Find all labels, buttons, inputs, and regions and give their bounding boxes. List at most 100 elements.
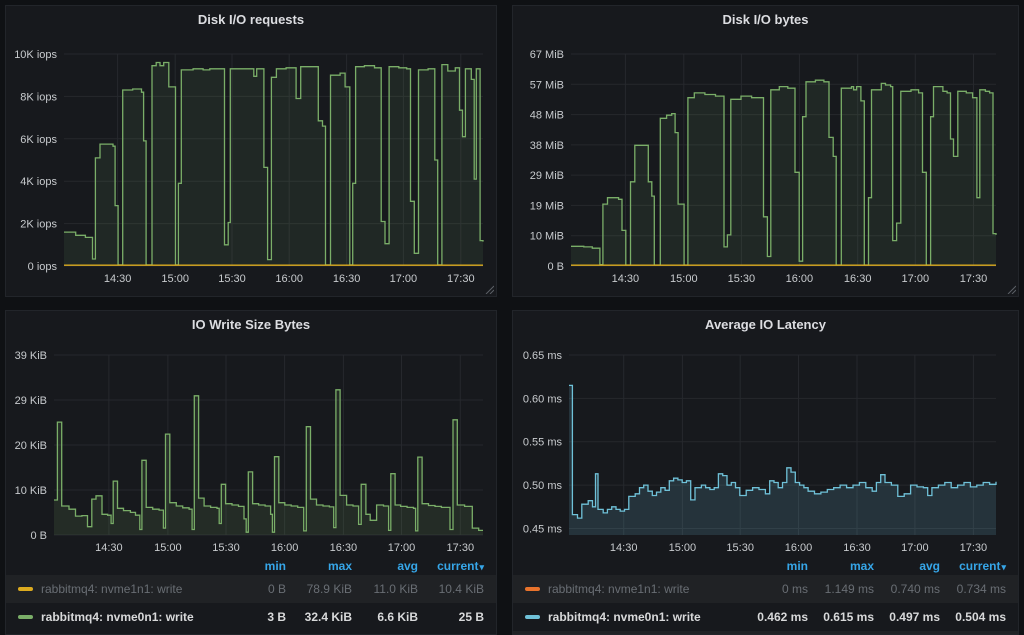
y-axis-label: 0.65 ms xyxy=(523,350,563,362)
x-axis-label: 17:00 xyxy=(901,542,929,554)
x-axis-label: 16:00 xyxy=(786,273,814,285)
y-axis-label: 0.50 ms xyxy=(523,480,563,492)
y-axis-label: 4K iops xyxy=(20,176,57,188)
legend-series-toggle[interactable]: rabbitmq4: nvme1n1: write xyxy=(18,582,220,596)
disk-io-requests-chart[interactable]: 14:3015:0015:3016:0016:3017:0017:300 iop… xyxy=(6,34,496,297)
series-label: rabbitmq4: nvme1n1: write xyxy=(41,582,182,596)
legend-header: minmaxavgcurrent▾ xyxy=(6,557,496,575)
legend-row: rabbitmq4: nvme1n1: write 0 ms1.149 ms 0.7… xyxy=(513,575,1018,603)
y-axis-label: 0.55 ms xyxy=(523,437,563,449)
x-axis-label: 14:30 xyxy=(610,542,638,554)
panel-disk-io-requests: Disk I/O requests 14:30 15:00 15:30 16:00 16… xyxy=(5,5,497,297)
disk-io-bytes-chart[interactable]: 14:3015:0015:3016:0016:3017:0017:300 B10… xyxy=(513,34,1018,297)
x-axis-label: 17:30 xyxy=(447,273,475,285)
series-color-swatch-icon[interactable] xyxy=(18,587,33,591)
x-axis-label: 15:00 xyxy=(670,273,698,285)
legend-column-max[interactable]: max xyxy=(808,559,874,573)
legend-series-toggle[interactable]: rabbitmq4: nvme1n1: write xyxy=(525,582,742,596)
x-axis-label: 15:00 xyxy=(161,273,189,285)
legend-row-partial xyxy=(513,631,1018,635)
y-axis-label: 0.60 ms xyxy=(523,393,563,405)
x-axis-label: 15:30 xyxy=(212,542,240,554)
x-axis-label: 16:30 xyxy=(333,273,361,285)
panel-resize-handle-icon[interactable] xyxy=(485,285,494,294)
legend-column-current[interactable]: current▾ xyxy=(940,559,1006,573)
series-color-swatch-icon[interactable] xyxy=(525,587,540,591)
x-axis-label: 15:00 xyxy=(669,542,697,554)
series-color-swatch-icon[interactable] xyxy=(525,615,540,619)
x-axis-label: 17:30 xyxy=(960,273,988,285)
average-io-latency-chart[interactable]: 14:3015:0015:3016:0016:3017:0017:300.45 … xyxy=(513,339,1018,557)
x-axis-label: 16:30 xyxy=(330,542,358,554)
sort-caret-icon: ▾ xyxy=(1001,562,1006,572)
legend-series-toggle[interactable]: rabbitmq4: nvme0n1: write xyxy=(18,610,220,624)
panel-title[interactable]: Disk I/O requests xyxy=(6,6,496,34)
y-axis-label: 0 B xyxy=(547,261,564,273)
panel-resize-handle-icon[interactable] xyxy=(1007,285,1016,294)
legend-value-current: 0.504 ms xyxy=(940,610,1006,624)
y-axis-label: 10K iops xyxy=(14,49,57,61)
legend-column-min[interactable]: min xyxy=(742,559,808,573)
legend-header: minmaxavgcurrent▾ xyxy=(513,557,1018,575)
panel-title[interactable]: Disk I/O bytes xyxy=(513,6,1018,34)
series-fill xyxy=(54,390,483,535)
x-axis-label: 15:30 xyxy=(726,542,754,554)
y-axis-label: 6K iops xyxy=(20,134,57,146)
x-axis-label: 16:30 xyxy=(844,273,872,285)
legend-value-max: 78.9 KiB xyxy=(286,582,352,596)
legend-column-avg[interactable]: avg xyxy=(874,559,940,573)
x-axis-label: 14:30 xyxy=(612,273,640,285)
legend-column-avg[interactable]: avg xyxy=(352,559,418,573)
x-axis-label: 16:00 xyxy=(271,542,299,554)
x-axis-label: 16:00 xyxy=(785,542,813,554)
series-label: rabbitmq4: nvme1n1: write xyxy=(548,582,689,596)
legend-value-avg: 6.6 KiB xyxy=(352,610,418,624)
chart-area: 14:3015:0015:3016:0016:3017:0017:300 B10… xyxy=(6,339,496,557)
x-axis-label: 15:00 xyxy=(154,542,182,554)
legend-value-current: 25 B xyxy=(418,610,484,624)
y-axis-label: 20 KiB xyxy=(15,440,47,452)
y-axis-label: 67 MiB xyxy=(530,49,564,61)
chart-area: 14:3015:0015:3016:0016:3017:0017:300 B10… xyxy=(513,34,1018,297)
y-axis-label: 10 MiB xyxy=(530,231,564,243)
x-axis-label: 17:00 xyxy=(902,273,930,285)
legend-value-current: 0.734 ms xyxy=(940,582,1006,596)
y-axis-label: 39 KiB xyxy=(15,350,47,362)
legend-value-max: 1.149 ms xyxy=(808,582,874,596)
legend-column-current[interactable]: current▾ xyxy=(418,559,484,573)
x-axis-label: 16:00 xyxy=(275,273,303,285)
panel-title[interactable]: IO Write Size Bytes xyxy=(6,311,496,339)
x-axis-label: 14:30 xyxy=(104,273,132,285)
legend-series-toggle[interactable]: rabbitmq4: nvme0n1: write xyxy=(525,610,742,624)
x-axis-label: 15:30 xyxy=(218,273,246,285)
series-color-swatch-icon[interactable] xyxy=(18,615,33,619)
legend-row: rabbitmq4: nvme1n1: write 0 B78.9 KiB11.0… xyxy=(6,575,496,603)
x-axis-label: 14:30 xyxy=(95,542,123,554)
panel-disk-io-bytes: Disk I/O bytes 14:3015:0015:3016:0016:30… xyxy=(512,5,1019,297)
y-axis-label: 10 KiB xyxy=(15,485,47,497)
y-axis-label: 38 MiB xyxy=(530,140,564,152)
legend-value-max: 0.615 ms xyxy=(808,610,874,624)
y-axis-label: 57 MiB xyxy=(530,79,564,91)
legend-value-avg: 0.497 ms xyxy=(874,610,940,624)
legend-value-min: 0.462 ms xyxy=(742,610,808,624)
dashboard: Disk I/O requests 14:30 15:00 15:30 16:00 16… xyxy=(0,0,1024,635)
y-axis-label: 29 MiB xyxy=(530,170,564,182)
y-axis-label: 0 B xyxy=(30,530,47,542)
panel-title[interactable]: Average IO Latency xyxy=(513,311,1018,339)
series-label: rabbitmq4: nvme0n1: write xyxy=(548,610,701,624)
y-axis-label: 29 KiB xyxy=(15,395,47,407)
y-axis-label: 19 MiB xyxy=(530,200,564,212)
panel-average-io-latency: Average IO Latency 14:30 15:00 15:30 16:00 1… xyxy=(512,310,1019,635)
legend-value-min: 0 ms xyxy=(742,582,808,596)
panel-io-write-size-bytes: IO Write Size Bytes 14:30 15:00 15:30 16:00… xyxy=(5,310,497,635)
io-write-size-bytes-chart[interactable]: 14:3015:0015:3016:0016:3017:0017:300 B10… xyxy=(6,339,496,557)
legend-row: rabbitmq4: nvme0n1: write 0.462 ms0.615 m… xyxy=(513,603,1018,631)
x-axis-label: 16:30 xyxy=(843,542,871,554)
legend-column-min[interactable]: min xyxy=(220,559,286,573)
legend-value-avg: 11.0 KiB xyxy=(352,582,418,596)
legend-value-min: 3 B xyxy=(220,610,286,624)
legend-value-min: 0 B xyxy=(220,582,286,596)
legend-column-max[interactable]: max xyxy=(286,559,352,573)
legend-table: minmaxavgcurrent▾rabbitmq4: nvme1n1: wri… xyxy=(6,557,496,631)
